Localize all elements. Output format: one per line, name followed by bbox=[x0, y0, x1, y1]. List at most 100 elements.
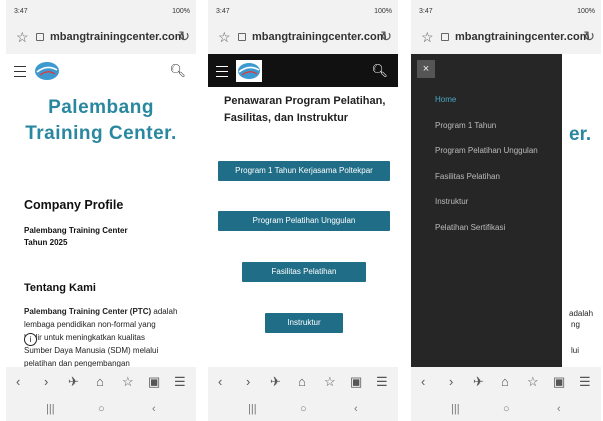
instruktur-button[interactable]: Instruktur bbox=[265, 313, 343, 333]
status-bar: 3:47 100% bbox=[411, 0, 601, 22]
peek-line-2: ng bbox=[571, 320, 580, 329]
logo-icon[interactable] bbox=[34, 60, 60, 82]
logo-icon[interactable] bbox=[236, 60, 262, 82]
about-rest: adalah bbox=[151, 307, 178, 316]
recents-icon[interactable]: ||| bbox=[248, 403, 257, 415]
star-icon[interactable]: ☆ bbox=[16, 29, 29, 46]
menu-icon[interactable]: ☰ bbox=[174, 374, 186, 390]
tabs-icon[interactable]: ▣ bbox=[553, 374, 565, 390]
status-time: 3:47 bbox=[419, 8, 433, 15]
bolt-icon[interactable]: ✈ bbox=[270, 374, 281, 390]
close-icon[interactable]: × bbox=[417, 60, 435, 78]
star-icon[interactable]: ☆ bbox=[218, 29, 231, 46]
lock-icon bbox=[238, 33, 246, 41]
site-navbar: 🔍︎ bbox=[6, 54, 196, 87]
tabs-icon[interactable]: ▣ bbox=[148, 374, 160, 390]
browser-bottom-bar: ‹ › ✈ ⌂ ☆ ▣ ☰ bbox=[208, 367, 398, 397]
home-icon[interactable]: ⌂ bbox=[501, 374, 509, 389]
reload-icon[interactable]: ↻ bbox=[178, 28, 190, 45]
browser-url-bar[interactable]: ☆ mbangtrainingcenter.com ↻ bbox=[411, 22, 601, 54]
org-name: Palembang Training Center bbox=[24, 226, 128, 235]
page-content: Palembang Training Center. Company Profi… bbox=[6, 87, 196, 367]
back-icon[interactable]: ‹ bbox=[218, 374, 222, 389]
recents-icon[interactable]: ||| bbox=[451, 403, 460, 415]
browser-url-bar[interactable]: ☆ mbangtrainingcenter.com ↻ bbox=[6, 22, 196, 54]
lock-icon bbox=[441, 33, 449, 41]
url-text[interactable]: mbangtrainingcenter.com bbox=[50, 31, 184, 43]
bolt-icon[interactable]: ✈ bbox=[473, 374, 484, 390]
recents-icon[interactable]: ||| bbox=[46, 403, 55, 415]
bolt-icon[interactable]: ✈ bbox=[68, 374, 79, 390]
org-year: Tahun 2025 bbox=[24, 238, 68, 247]
info-icon[interactable]: i bbox=[24, 333, 37, 346]
menu-item-fasilitas[interactable]: Fasilitas Pelatihan bbox=[435, 172, 500, 181]
company-profile-heading: Company Profile bbox=[24, 198, 124, 212]
browser-url-bar[interactable]: ☆ mbangtrainingcenter.com ↻ bbox=[208, 22, 398, 54]
status-battery: 100% bbox=[374, 8, 392, 15]
home-icon[interactable]: ⌂ bbox=[96, 374, 104, 389]
star-icon[interactable]: ☆ bbox=[421, 29, 434, 46]
about-line-1: lembaga pendidikan non-formal yang bbox=[24, 320, 156, 329]
phone-screen-programs: 3:47 100% ☆ mbangtrainingcenter.com ↻ 🔍︎… bbox=[208, 0, 398, 421]
system-nav-bar: ||| ○ ‹ bbox=[6, 397, 196, 421]
peek-hero: er. bbox=[569, 124, 592, 145]
forward-icon[interactable]: › bbox=[449, 374, 453, 389]
system-nav-bar: ||| ○ ‹ bbox=[208, 397, 398, 421]
url-text[interactable]: mbangtrainingcenter.com bbox=[252, 31, 386, 43]
about-heading: Tentang Kami bbox=[24, 282, 96, 294]
back-nav-icon[interactable]: ‹ bbox=[152, 403, 156, 415]
phone-screen-home: 3:47 100% ☆ mbangtrainingcenter.com ↻ 🔍︎… bbox=[6, 0, 196, 421]
bookmark-icon[interactable]: ☆ bbox=[527, 374, 539, 390]
reload-icon[interactable]: ↻ bbox=[380, 28, 392, 45]
back-nav-icon[interactable]: ‹ bbox=[557, 403, 561, 415]
program-unggulan-button[interactable]: Program Pelatihan Unggulan bbox=[218, 211, 390, 231]
home-button-icon[interactable]: ○ bbox=[300, 403, 307, 415]
hamburger-icon[interactable] bbox=[216, 66, 228, 77]
menu-item-program-1-tahun[interactable]: Program 1 Tahun bbox=[435, 121, 496, 130]
bookmark-icon[interactable]: ☆ bbox=[122, 374, 134, 390]
home-button-icon[interactable]: ○ bbox=[98, 403, 105, 415]
menu-icon[interactable]: ☰ bbox=[376, 374, 388, 390]
program-1-tahun-button[interactable]: Program 1 Tahun Kerjasama Poltekpar bbox=[218, 161, 390, 181]
fasilitas-button[interactable]: Fasilitas Pelatihan bbox=[242, 262, 366, 282]
search-icon[interactable]: 🔍︎ bbox=[371, 63, 388, 79]
status-time: 3:47 bbox=[14, 8, 28, 15]
status-time: 3:47 bbox=[216, 8, 230, 15]
bookmark-icon[interactable]: ☆ bbox=[324, 374, 336, 390]
back-nav-icon[interactable]: ‹ bbox=[354, 403, 358, 415]
about-line-3: Sumber Daya Manusia (SDM) melalui bbox=[24, 346, 159, 355]
back-icon[interactable]: ‹ bbox=[421, 374, 425, 389]
forward-icon[interactable]: › bbox=[44, 374, 48, 389]
forward-icon[interactable]: › bbox=[246, 374, 250, 389]
back-icon[interactable]: ‹ bbox=[16, 374, 20, 389]
url-text[interactable]: mbangtrainingcenter.com bbox=[455, 31, 589, 43]
tabs-icon[interactable]: ▣ bbox=[350, 374, 362, 390]
hamburger-icon[interactable] bbox=[14, 66, 26, 77]
nav-drawer: × Home Program 1 Tahun Program Pelatihan… bbox=[411, 54, 562, 367]
reload-icon[interactable]: ↻ bbox=[583, 28, 595, 45]
system-nav-bar: ||| ○ ‹ bbox=[411, 397, 601, 421]
menu-item-program-unggulan[interactable]: Program Pelatihan Unggulan bbox=[435, 146, 538, 155]
home-icon[interactable]: ⌂ bbox=[298, 374, 306, 389]
search-icon[interactable]: 🔍︎ bbox=[169, 63, 186, 79]
about-line-4: pelatihan dan pengembangan bbox=[24, 359, 130, 367]
status-battery: 100% bbox=[172, 8, 190, 15]
hero-line-2: Training Center. bbox=[25, 123, 177, 144]
programs-heading: Penawaran Program Pelatihan, Fasilitas, … bbox=[224, 95, 386, 124]
menu-item-instruktur[interactable]: Instruktur bbox=[435, 197, 468, 206]
menu-item-home[interactable]: Home bbox=[435, 95, 456, 104]
menu-icon[interactable]: ☰ bbox=[579, 374, 591, 390]
phone-screen-menu-open: 3:47 100% ☆ mbangtrainingcenter.com ↻ er… bbox=[411, 0, 601, 421]
status-bar: 3:47 100% bbox=[6, 0, 196, 22]
browser-bottom-bar: ‹ › ✈ ⌂ ☆ ▣ ☰ bbox=[411, 367, 601, 397]
site-navbar: 🔍︎ bbox=[208, 54, 398, 87]
home-button-icon[interactable]: ○ bbox=[503, 403, 510, 415]
menu-item-sertifikasi[interactable]: Pelatihan Sertifikasi bbox=[435, 223, 505, 232]
hero-title: Palembang Training Center. bbox=[6, 95, 196, 147]
browser-bottom-bar: ‹ › ✈ ⌂ ☆ ▣ ☰ bbox=[6, 367, 196, 397]
peek-line-1: adalah bbox=[569, 309, 594, 318]
about-paragraph: Palembang Training Center (PTC) adalah l… bbox=[24, 305, 188, 367]
about-line-2: hadir untuk meningkatkan kualitas bbox=[24, 333, 145, 342]
about-bold: Palembang Training Center (PTC) bbox=[24, 307, 152, 316]
peek-line-3: lui bbox=[571, 346, 580, 355]
